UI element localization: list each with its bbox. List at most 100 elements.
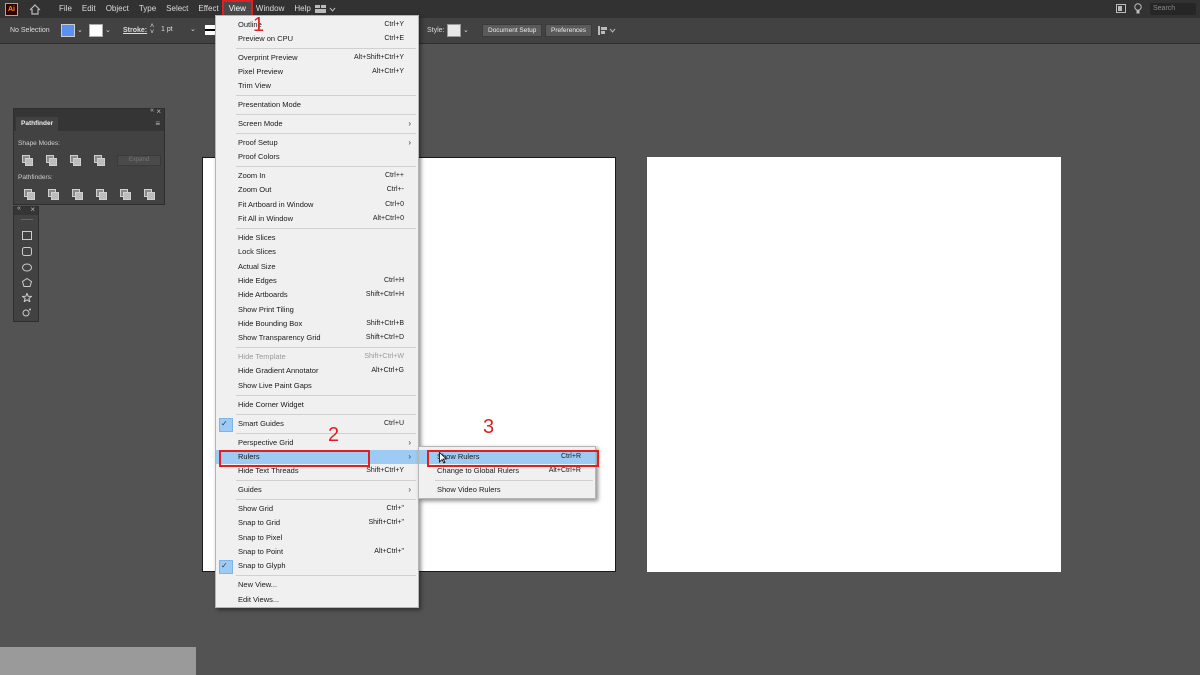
- artboard-2[interactable]: [647, 157, 1061, 572]
- rectangle-tool-icon[interactable]: [22, 231, 32, 240]
- fill-swatch[interactable]: [61, 24, 75, 37]
- preferences-button[interactable]: Preferences: [545, 24, 593, 37]
- menu-item-proof-colors[interactable]: Proof Colors: [216, 150, 418, 164]
- checkmark-icon: ✓: [221, 561, 228, 570]
- stroke-chevron-icon[interactable]: ⌄: [105, 26, 111, 34]
- menu-item-show-video-rulers[interactable]: Show Video Rulers: [419, 483, 595, 497]
- menu-effect[interactable]: Effect: [193, 2, 223, 16]
- menu-object[interactable]: Object: [101, 2, 134, 16]
- home-icon[interactable]: [28, 2, 42, 16]
- lightbulb-icon[interactable]: [1134, 2, 1142, 16]
- menu-separator: [236, 166, 416, 167]
- menu-item-snap-to-point[interactable]: Snap to Point Alt+Ctrl+": [216, 545, 418, 559]
- menu-item-edit-views[interactable]: Edit Views...: [216, 593, 418, 607]
- menu-item-hide-text-threads[interactable]: Hide Text Threads Shift+Ctrl+Y: [216, 464, 418, 478]
- trim-icon[interactable]: [48, 189, 59, 200]
- merge-icon[interactable]: [72, 189, 83, 200]
- panel-header[interactable]: « ×: [14, 107, 164, 117]
- menu-item-zoom-in[interactable]: Zoom In Ctrl++: [216, 169, 418, 183]
- menu-item-label: Rulers: [238, 452, 260, 461]
- menu-select[interactable]: Select: [161, 2, 193, 16]
- menu-item-show-print-tiling[interactable]: Show Print Tiling: [216, 303, 418, 317]
- menu-item-guides[interactable]: Guides ›: [216, 483, 418, 497]
- menu-item-show-live-paint-gaps[interactable]: Show Live Paint Gaps: [216, 379, 418, 393]
- ellipse-tool-icon[interactable]: [22, 263, 32, 272]
- outline-icon[interactable]: [120, 189, 131, 200]
- arrange-documents-icon[interactable]: [1116, 3, 1126, 15]
- fill-chevron-icon[interactable]: ⌄: [77, 26, 83, 34]
- menu-help[interactable]: Help: [289, 2, 315, 16]
- menu-item-hide-edges[interactable]: Hide Edges Ctrl+H: [216, 274, 418, 288]
- style-chevron-icon[interactable]: ⌄: [463, 26, 469, 34]
- crop-icon[interactable]: [96, 189, 107, 200]
- menu-item-screen-mode[interactable]: Screen Mode ›: [216, 117, 418, 131]
- menu-item-hide-slices[interactable]: Hide Slices: [216, 231, 418, 245]
- flare-tool-icon[interactable]: [22, 308, 32, 317]
- stroke-stepper-icon[interactable]: ˄ ˅: [150, 23, 154, 36]
- menu-item-fit-artboard[interactable]: Fit Artboard in Window Ctrl+0: [216, 198, 418, 212]
- tab-pathfinder[interactable]: Pathfinder: [16, 117, 59, 131]
- menu-type[interactable]: Type: [134, 2, 161, 16]
- menu-item-perspective-grid[interactable]: Perspective Grid ›: [216, 436, 418, 450]
- panel-menu-icon[interactable]: ≡: [155, 119, 160, 128]
- menu-item-snap-to-grid[interactable]: Snap to Grid Shift+Ctrl+": [216, 516, 418, 530]
- menu-item-shortcut: Ctrl+U: [383, 420, 404, 427]
- menu-item-hide-bounding-box[interactable]: Hide Bounding Box Shift+Ctrl+B: [216, 317, 418, 331]
- menu-item-change-to-global-rulers[interactable]: Change to Global Rulers Alt+Ctrl+R: [419, 464, 595, 478]
- close-icon[interactable]: ×: [30, 205, 35, 214]
- menu-item-fit-all[interactable]: Fit All in Window Alt+Ctrl+0: [216, 212, 418, 226]
- tools-panel-header[interactable]: « ×: [14, 205, 38, 215]
- menu-item-lock-slices[interactable]: Lock Slices: [216, 245, 418, 259]
- menu-item-label: Hide Slices: [238, 233, 276, 242]
- workspace-switcher-icon[interactable]: [314, 4, 336, 14]
- menu-item-proof-setup[interactable]: Proof Setup ›: [216, 136, 418, 150]
- menu-separator: [236, 48, 416, 49]
- minus-back-icon[interactable]: [144, 189, 155, 200]
- menu-item-trim-view[interactable]: Trim View: [216, 79, 418, 93]
- menu-item-actual-size[interactable]: Actual Size: [216, 260, 418, 274]
- menu-edit[interactable]: Edit: [77, 2, 101, 16]
- stroke-swatch[interactable]: [89, 24, 103, 37]
- menu-item-rulers[interactable]: Rulers ›: [216, 450, 418, 467]
- menu-item-shortcut: Alt+Ctrl+R: [548, 467, 581, 474]
- align-icon[interactable]: [597, 25, 617, 38]
- menu-view[interactable]: View: [221, 0, 253, 18]
- stroke-weight-field[interactable]: 1 pt ⌄: [158, 24, 198, 37]
- menu-item-show-grid[interactable]: Show Grid Ctrl+": [216, 502, 418, 516]
- collapse-icon[interactable]: «: [17, 205, 21, 212]
- menu-item-label: Guides: [238, 485, 262, 494]
- menu-item-snap-to-glyph[interactable]: ✓ Snap to Glyph: [216, 559, 418, 574]
- style-swatch[interactable]: [447, 24, 461, 37]
- search-input[interactable]: Search: [1150, 3, 1196, 15]
- menu-item-presentation-mode[interactable]: Presentation Mode: [216, 98, 418, 112]
- rounded-rectangle-tool-icon[interactable]: [22, 247, 32, 256]
- star-tool-icon[interactable]: [22, 293, 32, 302]
- divide-icon[interactable]: [24, 189, 35, 200]
- expand-button[interactable]: Expand: [117, 155, 161, 166]
- intersect-icon[interactable]: [70, 155, 81, 166]
- menu-item-overprint-preview[interactable]: Overprint Preview Alt+Shift+Ctrl+Y: [216, 51, 418, 65]
- menu-item-hide-corner-widget[interactable]: Hide Corner Widget: [216, 398, 418, 412]
- exclude-icon[interactable]: [94, 155, 105, 166]
- menu-item-new-view[interactable]: New View...: [216, 578, 418, 592]
- menu-item-preview-on-cpu[interactable]: Preview on CPU Ctrl+E: [216, 32, 418, 46]
- menu-item-outline[interactable]: Outline Ctrl+Y: [216, 18, 418, 32]
- document-setup-button[interactable]: Document Setup: [482, 24, 543, 37]
- menu-item-label: Screen Mode: [238, 119, 283, 128]
- close-icon[interactable]: ×: [156, 107, 161, 116]
- menu-item-smart-guides[interactable]: ✓ Smart Guides Ctrl+U: [216, 417, 418, 432]
- menu-item-show-transparency-grid[interactable]: Show Transparency Grid Shift+Ctrl+D: [216, 331, 418, 345]
- menu-item-hide-gradient-annotator[interactable]: Hide Gradient Annotator Alt+Ctrl+G: [216, 364, 418, 378]
- menu-item-shortcut: Ctrl+E: [384, 35, 404, 42]
- menu-item-hide-artboards[interactable]: Hide Artboards Shift+Ctrl+H: [216, 288, 418, 302]
- unite-icon[interactable]: [22, 155, 33, 166]
- menu-separator: [236, 228, 416, 229]
- menu-item-snap-to-pixel[interactable]: Snap to Pixel: [216, 531, 418, 545]
- menu-file[interactable]: File: [54, 2, 77, 16]
- minus-front-icon[interactable]: [46, 155, 57, 166]
- collapse-icon[interactable]: «: [150, 107, 154, 114]
- polygon-tool-icon[interactable]: [22, 278, 32, 287]
- stroke-label[interactable]: Stroke:: [123, 27, 147, 34]
- menu-item-pixel-preview[interactable]: Pixel Preview Alt+Ctrl+Y: [216, 65, 418, 79]
- menu-item-zoom-out[interactable]: Zoom Out Ctrl+-: [216, 183, 418, 197]
